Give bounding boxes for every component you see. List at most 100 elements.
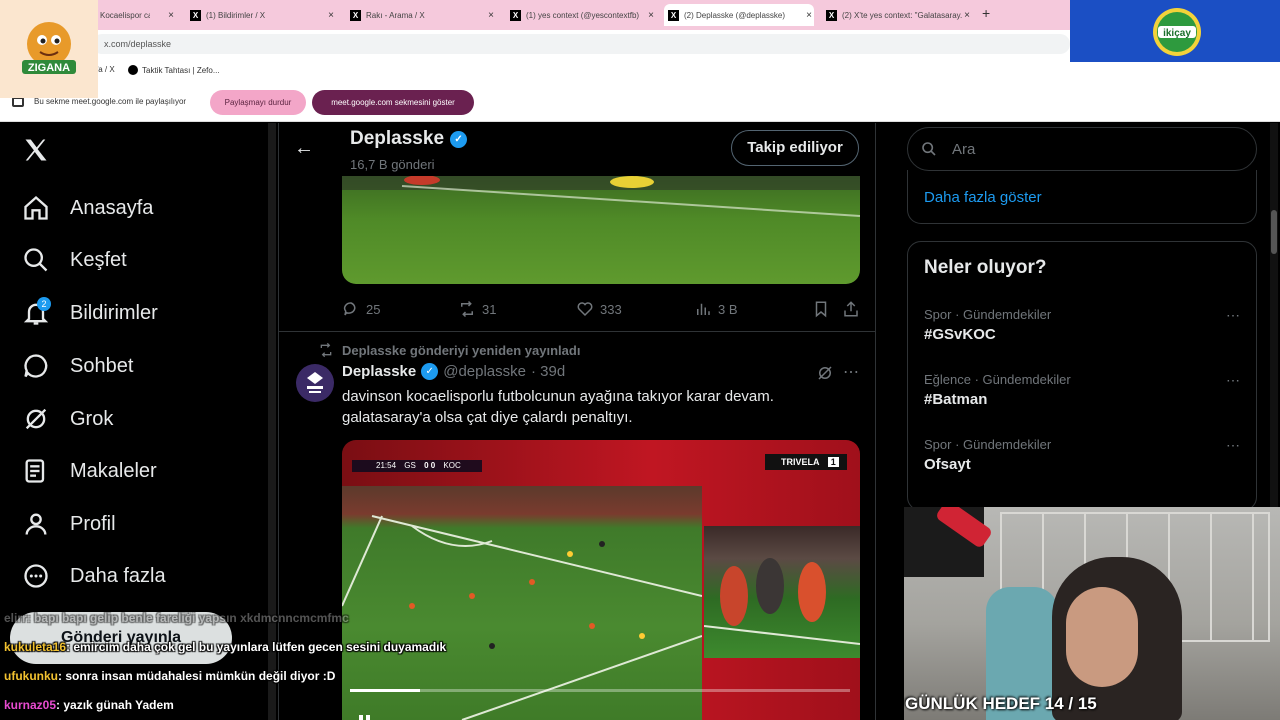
match-score: 0 0 [424,461,436,470]
trend-item[interactable]: Spor · Gündemdekiler #GSvKOC ⋯ [924,307,1244,343]
more-circle-icon [22,562,50,590]
nav-explore[interactable]: Keşfet [22,246,127,274]
bookmark-taktik-tahtasi[interactable]: Taktik Tahtası | Zefo... [128,65,220,75]
nav-articles[interactable]: Makaleler [22,457,157,485]
close-tab-icon[interactable]: × [488,10,494,21]
trend-name: Ofsayt [924,456,971,473]
profile-icon [22,510,50,538]
bookmark-x[interactable]: fa / X [96,65,115,74]
daily-goal-counter: GÜNLÜK HEDEF 14 / 15 [905,694,1097,713]
video-progress-bar[interactable] [350,689,850,692]
share-button[interactable] [842,300,860,318]
browser-tab[interactable]: X Rakı - Arama / X × [346,4,496,26]
tab-label: (2) X'te yes context: "Galatasaray... [842,10,962,20]
close-tab-icon[interactable]: × [806,10,812,21]
like-button[interactable]: 333 [576,300,622,318]
home-team: GS [404,461,416,470]
trend-item[interactable]: Spor · Gündemdekiler Ofsayt ⋯ [924,437,1244,473]
tweet-time[interactable]: · 39d [531,363,565,380]
nav-profile[interactable]: Profil [22,510,116,538]
new-tab-button[interactable]: + [982,5,990,21]
svg-text:ZIGANA: ZIGANA [28,62,70,74]
search-icon [22,246,50,274]
repost-label: Deplasske gönderiyi yeniden yayınladı [342,342,581,358]
chat-text: : sonra insan müdahalesi mümkün değil di… [58,669,336,683]
grok-explain-icon[interactable] [816,364,834,387]
repost-icon [461,300,473,318]
search-icon [921,141,937,157]
nav-scrollbar[interactable] [268,123,276,720]
nav-home[interactable]: Anasayfa [22,194,153,222]
x-logo-icon[interactable] [22,136,50,169]
tweet-media-image[interactable] [342,176,860,284]
view-count: 3 B [718,301,738,317]
author-handle[interactable]: @deplasske [443,363,526,380]
tweet-header: Deplasske ✓ @deplasske · 39d [342,363,565,380]
avatar[interactable] [296,364,334,402]
home-icon [22,194,50,222]
repost-button[interactable]: 31 [458,300,496,318]
close-tab-icon[interactable]: × [328,10,334,21]
repost-indicator: Deplasske gönderiyi yeniden yayınladı [318,342,580,358]
views-button[interactable]: 3 B [694,300,738,318]
close-tab-icon[interactable]: × [648,10,654,21]
close-tab-icon[interactable]: × [168,10,174,21]
away-team: KOC [443,461,461,470]
verified-badge-icon: ✓ [450,130,468,148]
trend-item[interactable]: Eğlence · Gündemdekiler #Batman ⋯ [924,372,1244,408]
broadcaster-number: 1 [827,457,839,467]
trend-more-icon[interactable]: ⋯ [1226,372,1240,389]
show-meet-tab-button[interactable]: meet.google.com sekmesini göster [312,90,474,115]
back-arrow-icon[interactable]: ← [294,137,314,160]
tab-label: Kocaelispor canlı ... [100,10,150,20]
replay-inset-frame [703,526,860,658]
views-icon [697,303,710,315]
trend-category: Eğlence · Gündemdekiler [924,372,1071,387]
tweet-text: davinson kocaelisporlu futbolcunun ayağı… [342,386,842,428]
chat-text: : yazık günah Yadem [56,698,174,712]
close-tab-icon[interactable]: × [964,10,970,21]
tweet-text-line: davinson kocaelisporlu futbolcunun ayağı… [342,388,774,405]
url-field[interactable]: x.com/deplasske [92,34,1070,54]
broadcaster-name: TRIVELA [781,457,820,467]
browser-tab[interactable]: Kocaelispor canlı ... × [96,4,176,26]
tab-label: (1) Bildirimler / X [206,10,266,20]
pause-icon[interactable] [358,712,372,720]
browser-tab[interactable]: X (1) yes context (@yescontextfb) × [506,4,656,26]
nav-more[interactable]: Daha fazla [22,562,166,590]
nav-grok[interactable]: Grok [22,405,113,433]
broadcaster-logo: TRIVELA 1 [765,454,847,470]
repost-count: 31 [482,301,497,317]
stop-sharing-button[interactable]: Paylaşmayı durdur [210,90,306,115]
heart-icon [577,302,593,317]
more-options-icon[interactable]: ⋯ [843,362,859,382]
bookmark-favicon-icon [128,65,138,75]
video-progress-fill [350,689,420,692]
browser-tab[interactable]: X (2) X'te yes context: "Galatasaray... × [822,4,972,26]
trend-more-icon[interactable]: ⋯ [1226,437,1240,454]
tweet-video-player[interactable]: 21:54 GS 0 0 KOC TRIVELA 1 [342,440,860,720]
football-pitch-frame [342,486,703,720]
webcam-face [1066,587,1138,687]
x-favicon-icon: X [826,9,837,21]
trend-more-icon[interactable]: ⋯ [1226,307,1240,324]
nav-label: Anasayfa [70,196,154,219]
browser-tab[interactable]: X (2) Deplasske (@deplasske) × [664,4,814,26]
bookmark-button[interactable] [812,300,830,318]
nav-chat[interactable]: Sohbet [22,352,133,380]
nav-label: Daha fazla [70,564,166,587]
search-input[interactable]: Ara [907,127,1257,171]
show-more-link[interactable]: Daha fazla göster [924,189,1042,206]
following-button[interactable]: Takip ediliyor [731,130,859,166]
author-name[interactable]: Deplasske [342,363,416,380]
chat-username: ufukunku [4,669,58,683]
nav-label: Makaleler [70,459,157,482]
reply-icon [343,302,356,316]
browser-tab[interactable]: X (1) Bildirimler / X × [186,4,336,26]
chat-text: : emircim daha çok gel bu yayınlara lütf… [66,640,447,654]
page-scrollbar-thumb[interactable] [1271,210,1277,254]
reply-button[interactable]: 25 [342,300,380,318]
trend-name: #GSvKOC [924,326,996,343]
tweet-divider [278,331,876,332]
x-favicon-icon: X [190,9,201,21]
